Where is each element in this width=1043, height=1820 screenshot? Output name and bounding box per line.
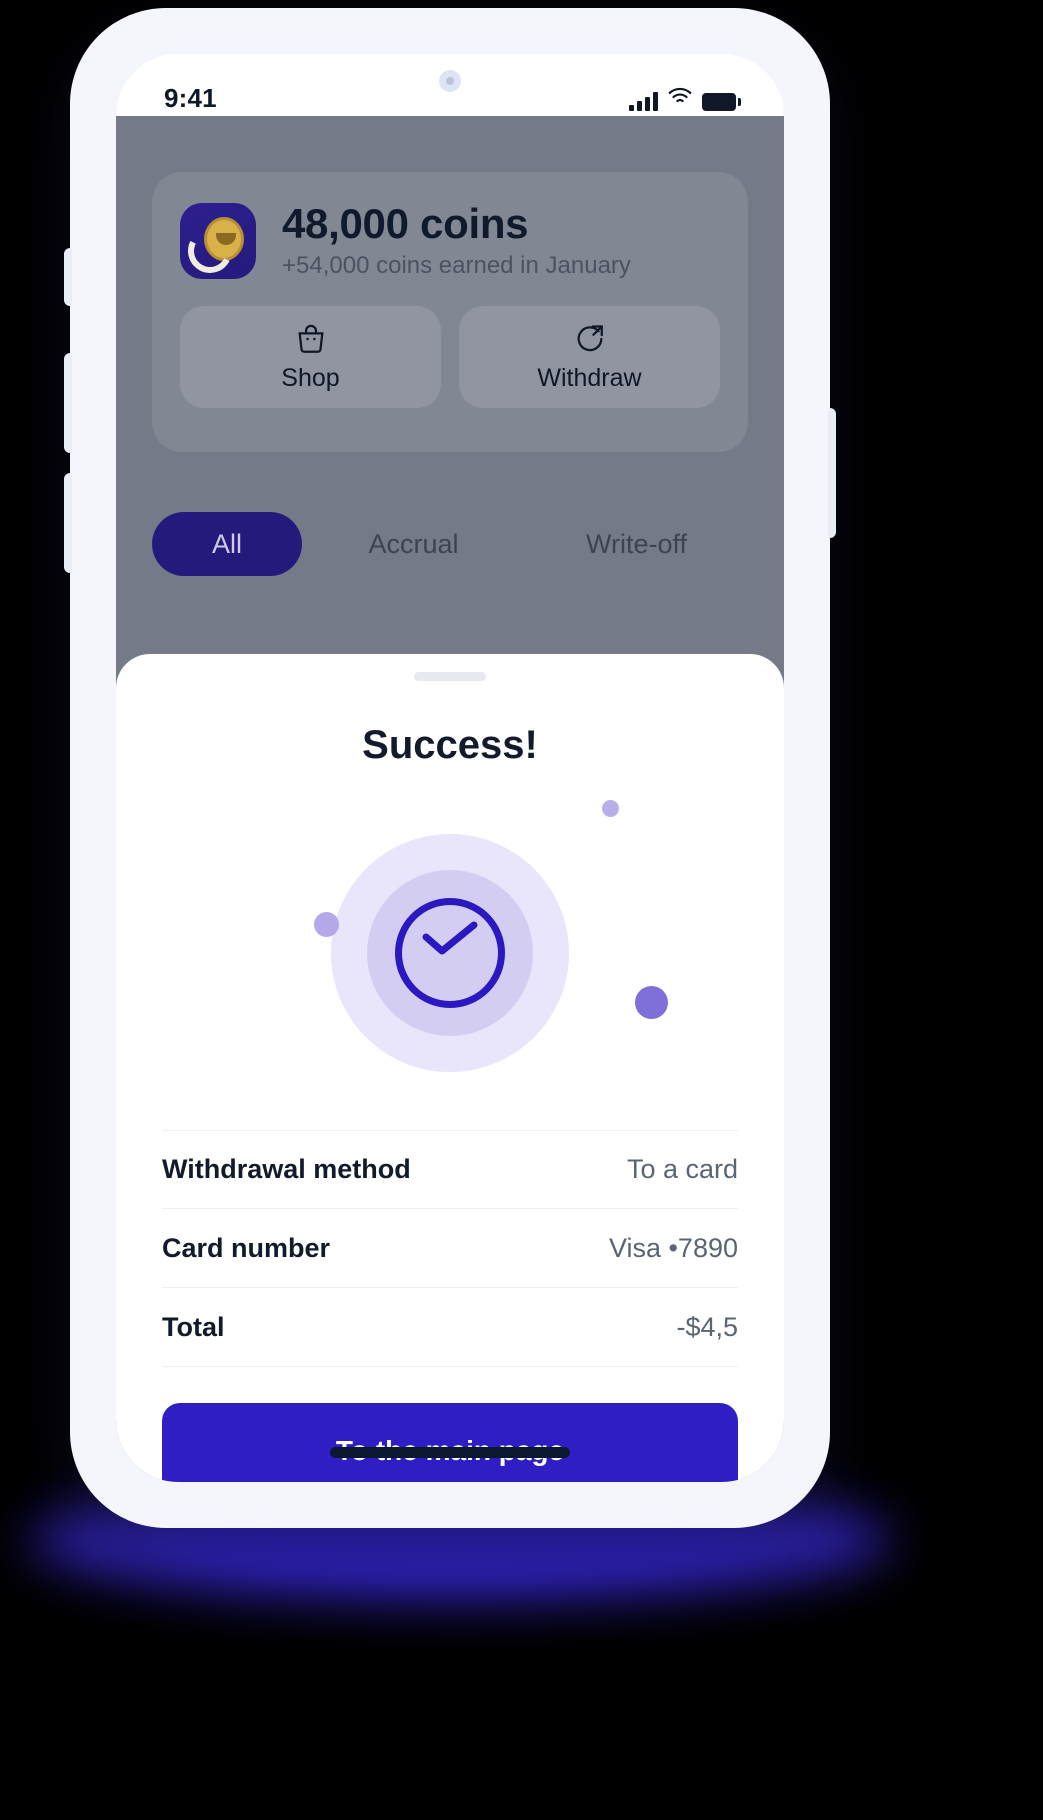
phone-screen: 48,000 coins +54,000 coins earned in Jan… [116,54,784,1482]
detail-label: Card number [162,1232,331,1263]
detail-value: Visa •7890 [608,1232,738,1263]
detail-label: Total [162,1311,225,1342]
volume-up-button[interactable] [64,353,72,453]
coin-balance-card[interactable]: 48,000 coins +54,000 coins earned in Jan… [152,172,748,452]
volume-down-button[interactable] [64,473,72,573]
coin-card-actions: Shop Withdraw [180,306,720,409]
coin-card-text: 48,000 coins +54,000 coins earned in Jan… [282,200,631,280]
phone-frame: 48,000 coins +54,000 coins earned in Jan… [64,8,836,1528]
power-button[interactable] [828,408,836,538]
shopping-bag-icon [294,322,328,356]
decorative-dot-medium [314,912,339,937]
status-bar-time: 9:41 [164,82,217,113]
detail-row-withdrawal-method: Withdrawal method To a card [162,1130,738,1209]
cellular-signal-icon [629,91,658,111]
decorative-dot-small [602,800,619,817]
withdraw-button-label: Withdraw [537,363,642,392]
tab-all[interactable]: All [152,512,302,576]
sheet-title: Success! [362,723,538,767]
detail-row-card-number: Card number Visa •7890 [162,1209,738,1288]
tab-write-off[interactable]: Write-off [525,512,748,576]
withdraw-button[interactable]: Withdraw [459,306,720,409]
transaction-details: Withdrawal method To a card Card number … [162,1130,738,1367]
coin-subtitle: +54,000 coins earned in January [282,252,631,280]
detail-value: To a card [626,1154,738,1184]
status-bar: 9:41 [116,74,784,122]
battery-full-icon [702,92,741,111]
coin-card-header: 48,000 coins +54,000 coins earned in Jan… [180,200,720,280]
shop-button[interactable]: Shop [180,306,441,409]
detail-label: Withdrawal method [162,1154,411,1184]
to-main-page-button[interactable]: To the main page [162,1403,738,1482]
status-bar-icons [629,86,741,111]
tab-accrual[interactable]: Accrual [302,512,525,576]
wifi-icon [667,86,693,111]
withdraw-arrow-icon [573,322,607,356]
success-bottom-sheet: Success! Withdrawal method To a card Car… [116,654,784,1482]
drag-handle[interactable] [414,672,486,681]
detail-value: -$4,5 [676,1311,738,1342]
shop-button-label: Shop [281,363,340,392]
detail-row-total: Total -$4,5 [162,1288,738,1367]
app-screen: 48,000 coins +54,000 coins earned in Jan… [116,54,784,1482]
transaction-filter-tabs: All Accrual Write-off [152,512,748,576]
coin-badge-icon [180,203,256,280]
home-indicator[interactable] [330,1447,570,1458]
coin-amount: 48,000 coins [282,200,529,247]
decorative-dot-large [635,986,668,1019]
check-mark-icon [422,921,478,955]
success-illustration [162,790,738,1110]
